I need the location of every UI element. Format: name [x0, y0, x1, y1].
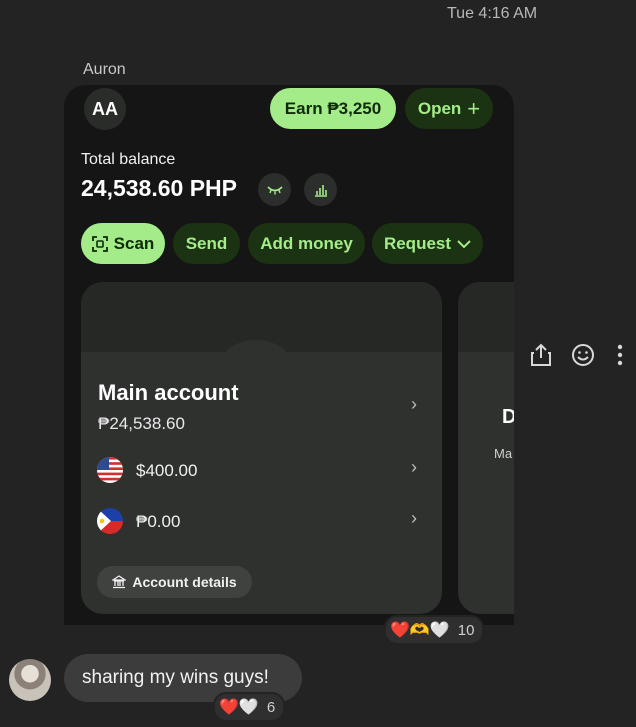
- open-label: Open: [417, 98, 462, 118]
- earn-button: Earn ₱3,250: [270, 88, 396, 129]
- chevron-down-icon: [457, 239, 471, 248]
- reaction-count: 10: [457, 621, 475, 639]
- request-label: Request: [383, 233, 452, 253]
- bar-chart-icon: [304, 173, 337, 206]
- scan-icon: [91, 235, 108, 252]
- reaction-count: 6: [266, 698, 276, 716]
- account-details-button: Account details: [97, 566, 252, 598]
- sender-name: Auron: [83, 61, 126, 78]
- profile-avatar: AA: [84, 88, 126, 130]
- share-icon[interactable]: [530, 343, 552, 372]
- main-account-card: Main account ₱24,538.60 › $400.00 › ₱0.0…: [81, 282, 442, 614]
- secondary-account-card: D Ma: [458, 282, 514, 614]
- ph-flag-icon: [97, 508, 123, 534]
- request-button: Request: [372, 223, 483, 264]
- chevron-right-icon: ›: [411, 394, 417, 414]
- add-money-label: Add money: [260, 233, 353, 253]
- send-button: Send: [173, 223, 240, 264]
- php-balance: ₱0.00: [136, 512, 181, 531]
- account-details-label: Account details: [132, 574, 237, 590]
- secondary-card-subtitle: Ma: [494, 446, 513, 461]
- open-button: Open +: [405, 88, 493, 129]
- message-text: sharing my wins guys!: [82, 667, 269, 688]
- reaction-summary[interactable]: ❤️🫶🤍 10: [384, 615, 485, 645]
- usd-balance: $400.00: [136, 461, 198, 480]
- scan-label: Scan: [113, 233, 155, 253]
- reaction-emojis: ❤️🤍: [219, 699, 259, 716]
- bank-icon: [112, 575, 127, 589]
- scan-button: Scan: [81, 223, 165, 264]
- total-balance-label: Total balance: [81, 151, 176, 168]
- chevron-right-icon: ›: [411, 457, 417, 477]
- secondary-card-title: D: [502, 406, 514, 428]
- message-timestamp: Tue 4:16 AM: [447, 5, 538, 22]
- emoji-react-icon[interactable]: [571, 343, 595, 372]
- hide-balance-icon: [258, 173, 291, 206]
- reaction-summary[interactable]: ❤️🤍 6: [213, 692, 286, 722]
- chevron-right-icon: ›: [411, 508, 417, 528]
- earn-label: Earn ₱3,250: [284, 98, 382, 118]
- user-avatar[interactable]: [9, 659, 51, 701]
- shared-image[interactable]: AA Earn ₱3,250 Open + Total balance 24,5…: [64, 85, 514, 625]
- secondary-card-header: [458, 282, 514, 352]
- total-balance-amount: 24,538.60 PHP: [81, 175, 238, 201]
- main-account-balance: ₱24,538.60: [98, 414, 185, 433]
- plus-icon: +: [467, 95, 481, 121]
- main-account-title: Main account: [98, 380, 239, 405]
- more-options-icon[interactable]: [616, 343, 624, 372]
- reaction-emojis: ❤️🫶🤍: [390, 622, 450, 639]
- us-flag-icon: [97, 457, 123, 483]
- add-money-button: Add money: [248, 223, 365, 264]
- send-label: Send: [185, 233, 228, 253]
